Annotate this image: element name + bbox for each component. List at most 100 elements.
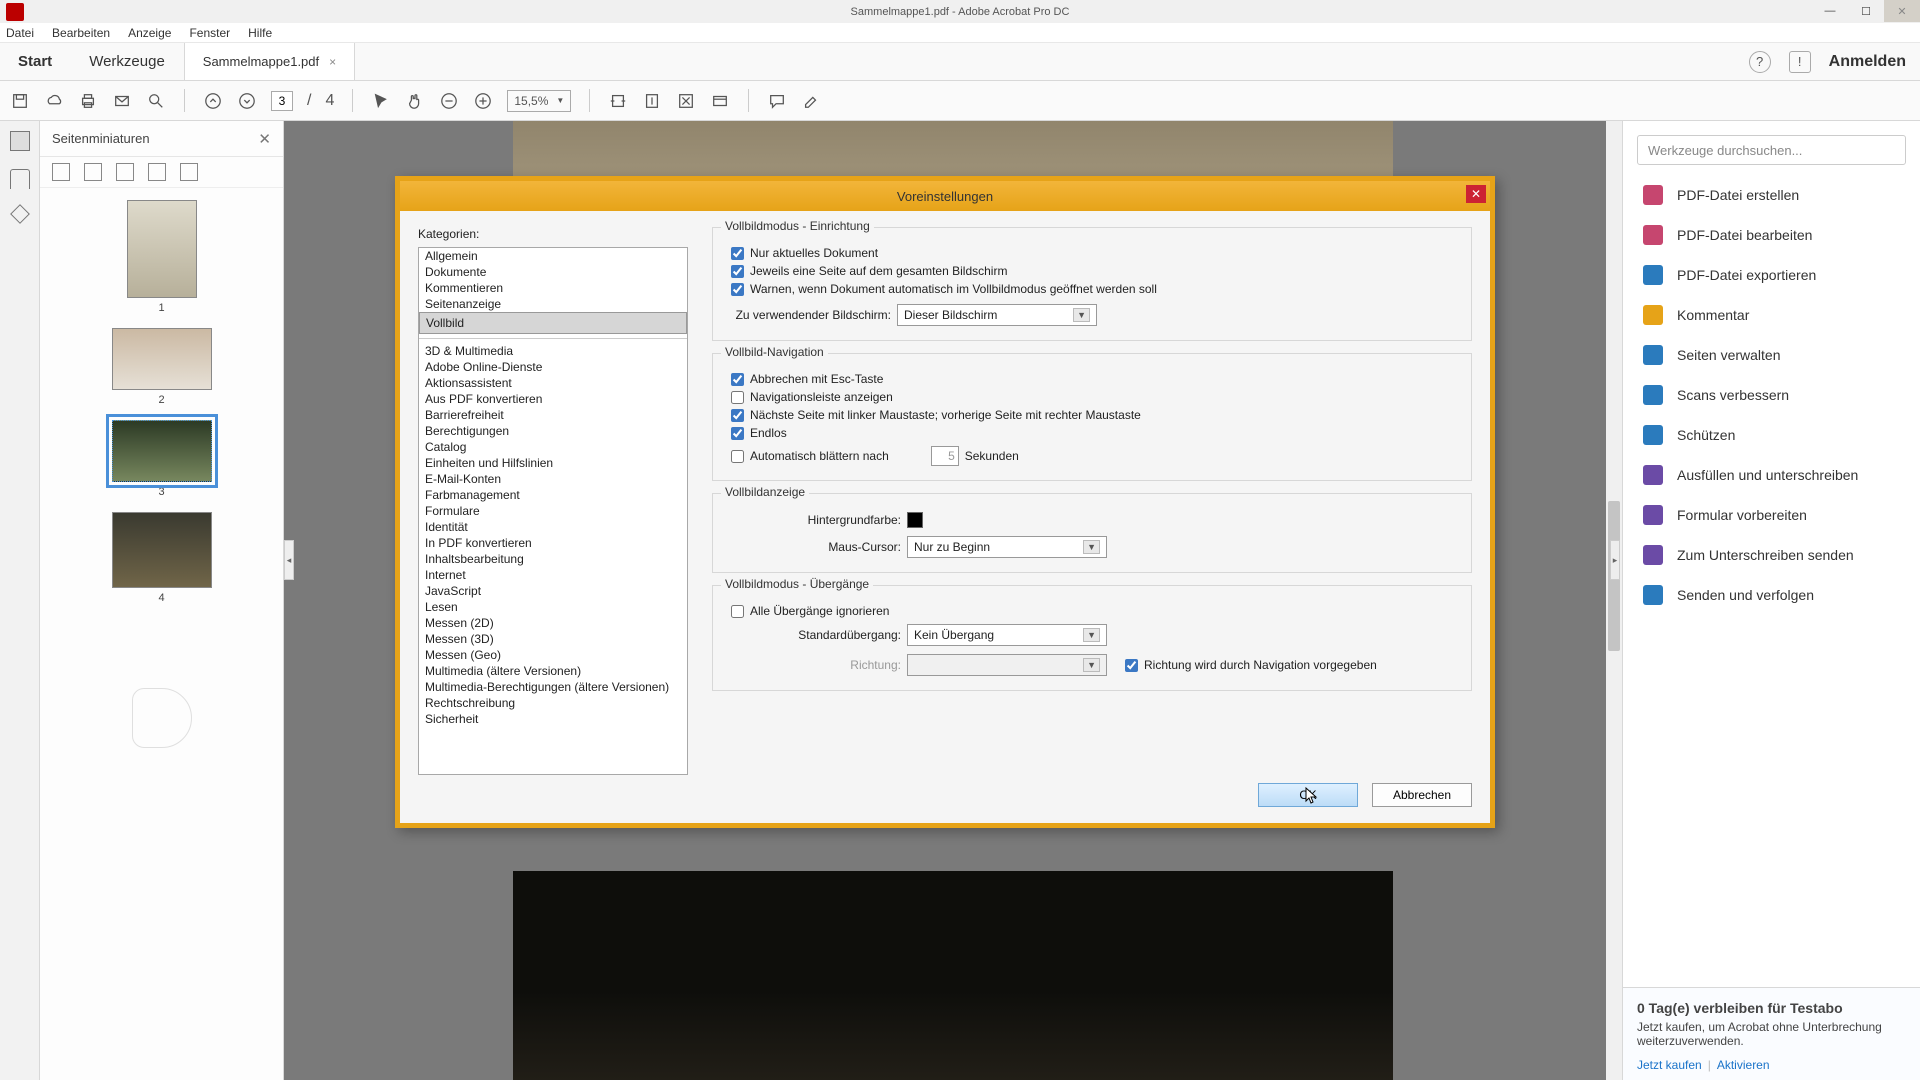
monitor-select[interactable]: Dieser Bildschirm▼: [897, 304, 1097, 326]
ok-button[interactable]: OK: [1258, 783, 1358, 807]
fit-width-icon[interactable]: [608, 91, 628, 111]
tool-item[interactable]: PDF-Datei erstellen: [1623, 175, 1920, 215]
thumb-options-icon[interactable]: [52, 163, 70, 181]
category-item[interactable]: Sicherheit: [419, 711, 687, 727]
fit-visible-icon[interactable]: [676, 91, 696, 111]
menu-file[interactable]: Datei: [6, 26, 34, 40]
zoom-in-icon[interactable]: [473, 91, 493, 111]
tab-tools[interactable]: Werkzeuge: [71, 43, 184, 80]
menu-help[interactable]: Hilfe: [248, 26, 272, 40]
tool-item[interactable]: PDF-Datei exportieren: [1623, 255, 1920, 295]
category-item[interactable]: Aktionsassistent: [419, 375, 687, 391]
mail-icon[interactable]: [112, 91, 132, 111]
category-item[interactable]: Einheiten und Hilfslinien: [419, 455, 687, 471]
category-item[interactable]: Lesen: [419, 599, 687, 615]
category-item[interactable]: Berechtigungen: [419, 423, 687, 439]
maximize-button[interactable]: ☐: [1848, 0, 1884, 22]
cloud-icon[interactable]: [44, 91, 64, 111]
cb-only-current[interactable]: Nur aktuelles Dokument: [731, 246, 878, 260]
tool-item[interactable]: Kommentar: [1623, 295, 1920, 335]
auto-advance-seconds-input[interactable]: [931, 446, 959, 466]
category-item[interactable]: Vollbild: [419, 312, 687, 334]
dialog-close-icon[interactable]: ✕: [1466, 185, 1486, 203]
cb-warn-fullscreen[interactable]: Warnen, wenn Dokument automatisch im Vol…: [731, 282, 1157, 296]
dialog-titlebar[interactable]: Voreinstellungen ✕: [400, 181, 1490, 211]
help-icon[interactable]: ?: [1749, 51, 1771, 73]
category-item[interactable]: Formulare: [419, 503, 687, 519]
category-item[interactable]: E-Mail-Konten: [419, 471, 687, 487]
trial-activate-link[interactable]: Aktivieren: [1717, 1058, 1770, 1072]
tool-item[interactable]: PDF-Datei bearbeiten: [1623, 215, 1920, 255]
notifications-icon[interactable]: !: [1789, 51, 1811, 73]
category-item[interactable]: Inhaltsbearbeitung: [419, 551, 687, 567]
cb-mouse-nav[interactable]: Nächste Seite mit linker Maustaste; vorh…: [731, 408, 1141, 422]
category-item[interactable]: Aus PDF konvertieren: [419, 391, 687, 407]
tool-item[interactable]: Ausfüllen und unterschreiben: [1623, 455, 1920, 495]
tool-item[interactable]: Zum Unterschreiben senden: [1623, 535, 1920, 575]
bookmarks-tab-icon[interactable]: [10, 169, 30, 189]
category-item[interactable]: Adobe Online-Dienste: [419, 359, 687, 375]
tab-document[interactable]: Sammelmappe1.pdf ×: [184, 43, 355, 80]
collapse-left-handle[interactable]: ◂: [284, 540, 294, 580]
fit-page-icon[interactable]: [642, 91, 662, 111]
default-transition-select[interactable]: Kein Übergang▼: [907, 624, 1107, 646]
comment-icon[interactable]: [767, 91, 787, 111]
category-item[interactable]: Allgemein: [419, 248, 687, 264]
category-item[interactable]: Multimedia-Berechtigungen (ältere Versio…: [419, 679, 687, 695]
bg-color-picker[interactable]: [907, 512, 923, 528]
page-down-icon[interactable]: [237, 91, 257, 111]
thumb-undo-icon[interactable]: [148, 163, 166, 181]
thumbnails-tab-icon[interactable]: [10, 131, 30, 151]
save-icon[interactable]: [10, 91, 30, 111]
category-item[interactable]: Multimedia (ältere Versionen): [419, 663, 687, 679]
menu-window[interactable]: Fenster: [189, 26, 230, 40]
cb-esc-exit[interactable]: Abbrechen mit Esc-Taste: [731, 372, 883, 386]
trial-buy-link[interactable]: Jetzt kaufen: [1637, 1058, 1702, 1072]
collapse-right-handle[interactable]: ▸: [1610, 540, 1620, 580]
thumbnail-page-4[interactable]: 4: [112, 512, 212, 604]
tool-item[interactable]: Formular vorbereiten: [1623, 495, 1920, 535]
category-item[interactable]: Kommentieren: [419, 280, 687, 296]
thumb-redo-icon[interactable]: [180, 163, 198, 181]
tool-item[interactable]: Seiten verwalten: [1623, 335, 1920, 375]
category-item[interactable]: Barrierefreiheit: [419, 407, 687, 423]
cb-show-navbar[interactable]: Navigationsleiste anzeigen: [731, 390, 893, 404]
minimize-button[interactable]: —: [1812, 0, 1848, 22]
highlight-icon[interactable]: [801, 91, 821, 111]
cancel-button[interactable]: Abbrechen: [1372, 783, 1472, 807]
category-item[interactable]: Messen (2D): [419, 615, 687, 631]
cb-ignore-transitions[interactable]: Alle Übergänge ignorieren: [731, 604, 889, 618]
category-item[interactable]: In PDF konvertieren: [419, 535, 687, 551]
menu-view[interactable]: Anzeige: [128, 26, 171, 40]
sign-in-link[interactable]: Anmelden: [1829, 53, 1906, 71]
cb-one-page[interactable]: Jeweils eine Seite auf dem gesamten Bild…: [731, 264, 1007, 278]
category-item[interactable]: Farbmanagement: [419, 487, 687, 503]
category-item[interactable]: Identität: [419, 519, 687, 535]
zoom-select[interactable]: 15,5%▼: [507, 90, 571, 112]
category-item[interactable]: Dokumente: [419, 264, 687, 280]
thumbnail-page-1[interactable]: 1: [127, 200, 197, 314]
category-item[interactable]: Rechtschreibung: [419, 695, 687, 711]
category-item[interactable]: Messen (3D): [419, 631, 687, 647]
thumbnail-page-3[interactable]: 3: [112, 420, 212, 498]
thumbnails-close-icon[interactable]: ✕: [258, 130, 271, 148]
categories-list[interactable]: AllgemeinDokumenteKommentierenSeitenanze…: [418, 247, 688, 775]
cb-direction-by-nav[interactable]: Richtung wird durch Navigation vorgegebe…: [1125, 658, 1377, 672]
tab-start[interactable]: Start: [0, 43, 71, 80]
tab-close-icon[interactable]: ×: [329, 55, 336, 69]
close-button[interactable]: ✕: [1884, 0, 1920, 22]
cb-auto-advance[interactable]: Automatisch blättern nach: [731, 449, 889, 463]
category-item[interactable]: Messen (Geo): [419, 647, 687, 663]
thumb-rotate-icon[interactable]: [116, 163, 134, 181]
thumb-delete-icon[interactable]: [84, 163, 102, 181]
category-item[interactable]: Seitenanzeige: [419, 296, 687, 312]
tool-item[interactable]: Scans verbessern: [1623, 375, 1920, 415]
search-icon[interactable]: [146, 91, 166, 111]
cursor-select[interactable]: Nur zu Beginn▼: [907, 536, 1107, 558]
tool-item[interactable]: Senden und verfolgen: [1623, 575, 1920, 615]
category-item[interactable]: Catalog: [419, 439, 687, 455]
vertical-scrollbar[interactable]: [1606, 121, 1622, 1080]
thumbnail-page-2[interactable]: 2: [112, 328, 212, 406]
category-item[interactable]: Internet: [419, 567, 687, 583]
page-number-input[interactable]: [271, 91, 293, 111]
